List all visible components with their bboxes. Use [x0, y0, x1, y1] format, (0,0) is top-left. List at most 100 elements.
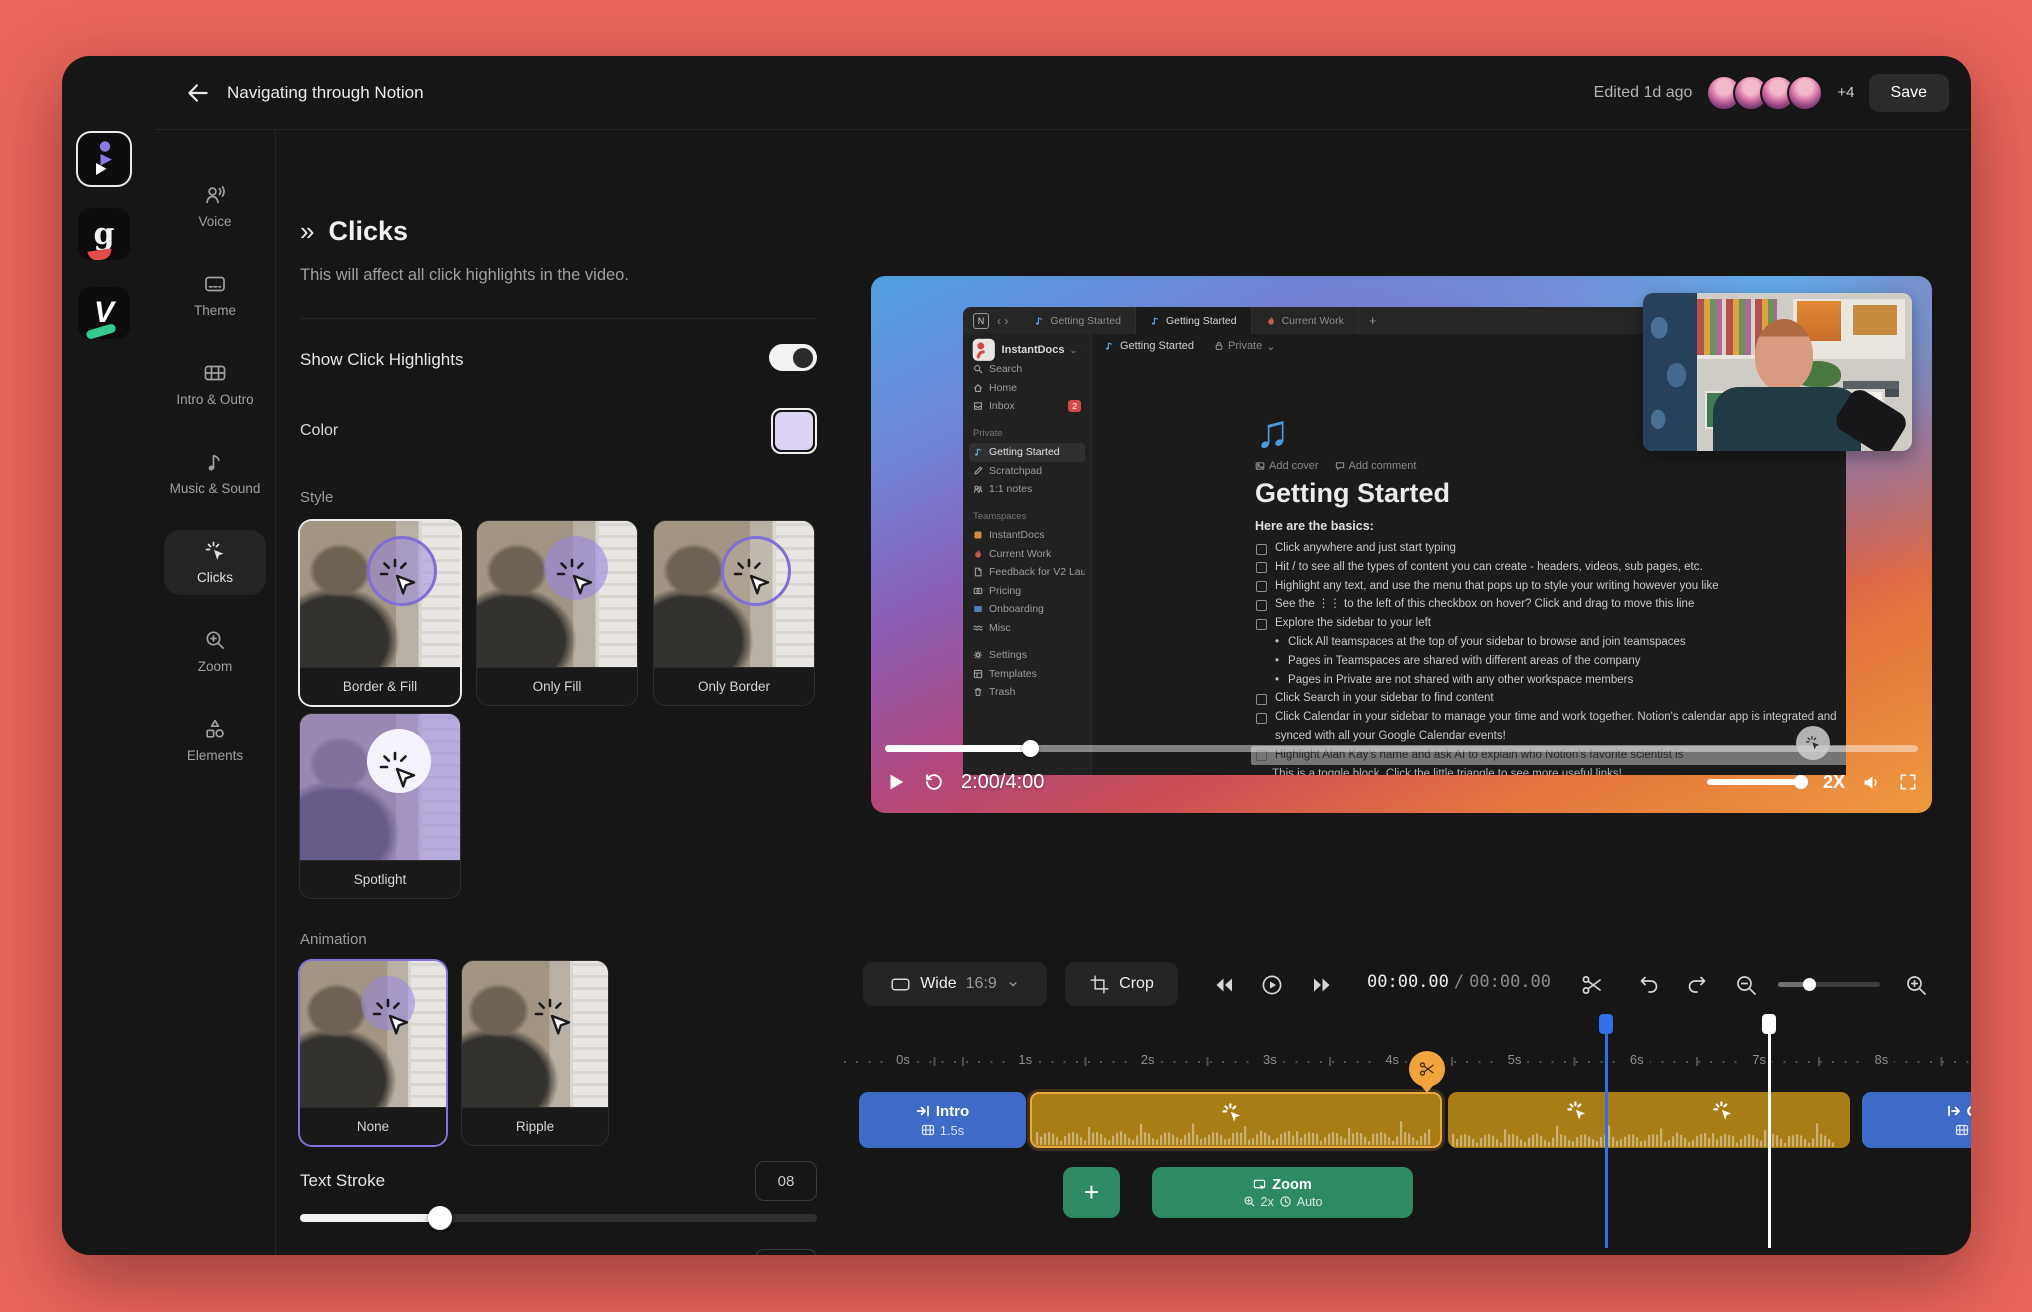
- playback-speed[interactable]: 2X: [1823, 772, 1845, 793]
- item-label: Misc: [989, 622, 1011, 634]
- style-option-only-border[interactable]: Only Border: [654, 521, 814, 705]
- click-cursor-icon: [529, 993, 575, 1039]
- crop-button[interactable]: Crop: [1065, 962, 1178, 1006]
- sidebar-item-inbox[interactable]: Inbox2: [969, 397, 1085, 416]
- play-button[interactable]: [885, 771, 907, 793]
- sidebar-item-instantdocs[interactable]: InstantDocs: [969, 526, 1085, 545]
- player-controls: 2:00/4:00 2X: [885, 763, 1918, 801]
- color-swatch[interactable]: [771, 408, 817, 454]
- redo-button[interactable]: [1685, 973, 1709, 997]
- item-text: Click Search in your sidebar to find con…: [1275, 689, 1494, 708]
- home-icon: [973, 383, 983, 393]
- sidebar-item-theme[interactable]: Theme: [164, 263, 266, 328]
- undo-button[interactable]: [1637, 973, 1661, 997]
- sidebar-item-intro-outro[interactable]: Intro & Outro: [164, 352, 266, 417]
- checklist-item[interactable]: Highlight any text, and use the menu tha…: [1255, 577, 1846, 596]
- add-cover-button[interactable]: Add cover: [1255, 460, 1319, 472]
- play-circle-button[interactable]: [1260, 973, 1284, 997]
- outro-clip[interactable]: Outro1.5s: [1862, 1092, 1971, 1148]
- style-option-only-fill[interactable]: Only Fill: [477, 521, 637, 705]
- sidebar-item-trash[interactable]: Trash: [969, 683, 1085, 702]
- workspace-switcher[interactable]: InstantDocs⌄: [969, 340, 1085, 360]
- text-stroke-value[interactable]: 08: [755, 1161, 817, 1201]
- timeline-zoom-slider[interactable]: [1778, 982, 1880, 987]
- zoom-clip[interactable]: Zoom 2xAuto: [1152, 1167, 1413, 1218]
- audio-clip[interactable]: [1448, 1092, 1850, 1148]
- style-option-none[interactable]: None: [300, 961, 446, 1145]
- sidebar-item-clicks[interactable]: Clicks: [164, 530, 266, 595]
- app-icon-v-app[interactable]: V: [78, 287, 130, 339]
- item-text: See the ⋮⋮ to the left of this checkbox …: [1275, 595, 1694, 614]
- text-stroke-slider[interactable]: [300, 1214, 817, 1222]
- add-comment-button[interactable]: Add comment: [1335, 460, 1417, 472]
- audio-clip[interactable]: [1030, 1092, 1442, 1148]
- volume-icon[interactable]: [1861, 772, 1882, 793]
- show-highlights-toggle[interactable]: [769, 344, 817, 371]
- app-icon-screen-recorder-app[interactable]: [78, 133, 130, 185]
- checklist-item[interactable]: •Click All teamspaces at the top of your…: [1255, 633, 1846, 652]
- style-option-ripple[interactable]: Ripple: [462, 961, 608, 1145]
- cut-marker[interactable]: [1409, 1051, 1445, 1087]
- checklist-item[interactable]: Click Calendar in your sidebar to manage…: [1255, 708, 1846, 746]
- checklist-item[interactable]: Click anywhere and just start typing: [1255, 539, 1846, 558]
- item-text: Click anywhere and just start typing: [1275, 539, 1456, 558]
- fullscreen-icon[interactable]: [1898, 772, 1918, 792]
- aspect-ratio-button[interactable]: Wide 16:9: [863, 962, 1047, 1006]
- aspect-label: Wide: [920, 975, 956, 993]
- volume-slider[interactable]: [1707, 779, 1807, 785]
- clip-label: Outro: [1967, 1103, 1971, 1120]
- replay-button[interactable]: [923, 771, 945, 793]
- edit-icon[interactable]: [1082, 345, 1083, 356]
- sidebar-item-zoom[interactable]: Zoom: [164, 619, 266, 684]
- style-option-label: Ripple: [462, 1107, 608, 1145]
- sidebar-item-1-1-notes[interactable]: 1:1 notes: [969, 480, 1085, 499]
- notion-tab-getting-started[interactable]: Getting Started: [1136, 307, 1252, 334]
- sidebar-item-templates[interactable]: Templates: [969, 665, 1085, 684]
- zoom-out-button[interactable]: [1734, 973, 1758, 997]
- sidebar-item-onboarding[interactable]: Onboarding: [969, 600, 1085, 619]
- sidebar-item-elements[interactable]: Elements: [164, 708, 266, 773]
- collaborator-avatars: [1706, 75, 1823, 111]
- checklist-item[interactable]: Explore the sidebar to your left: [1255, 614, 1846, 633]
- sidebar-item-home[interactable]: Home: [969, 379, 1085, 398]
- checklist-item[interactable]: See the ⋮⋮ to the left of this checkbox …: [1255, 595, 1846, 614]
- notion-tab-getting-started[interactable]: Getting Started: [1020, 307, 1136, 334]
- sidebar-item-settings[interactable]: Settings: [969, 646, 1085, 665]
- add-zoom-button[interactable]: +: [1063, 1167, 1120, 1218]
- checklist-item[interactable]: Click Search in your sidebar to find con…: [1255, 689, 1846, 708]
- avatar-overflow-count[interactable]: +4: [1837, 84, 1854, 101]
- avatar: [1787, 75, 1823, 111]
- cursor-icon: [1804, 734, 1822, 752]
- checkbox-icon: [1256, 600, 1267, 611]
- sidebar-item-pricing[interactable]: Pricing: [969, 582, 1085, 601]
- style-option-border-fill[interactable]: Border & Fill: [300, 521, 460, 705]
- collapse-panel-icon[interactable]: »: [300, 216, 312, 247]
- checklist-item[interactable]: •Pages in Teamspaces are shared with dif…: [1255, 652, 1846, 671]
- skip-forward-button[interactable]: [1310, 973, 1334, 997]
- ruler-label-6s: 6s: [1624, 1052, 1650, 1067]
- style-option-spotlight[interactable]: Spotlight: [300, 714, 460, 898]
- sidebar-item-feedback-for-v2-launch[interactable]: Feedback for V2 Launch (...: [969, 563, 1085, 582]
- split-scissors-button[interactable]: [1580, 973, 1604, 997]
- sidebar-item-getting-started[interactable]: Getting Started: [969, 443, 1085, 462]
- border-width-value[interactable]: 08: [755, 1249, 817, 1255]
- sidebar-item-voice[interactable]: Voice: [164, 174, 266, 239]
- zoom-in-button[interactable]: [1904, 973, 1928, 997]
- checklist-item[interactable]: Hit / to see all the types of content yo…: [1255, 558, 1846, 577]
- new-tab-button[interactable]: +: [1359, 313, 1387, 328]
- film-icon: [1955, 1123, 1969, 1137]
- sidebar-item-misc[interactable]: Misc: [969, 619, 1085, 638]
- save-button[interactable]: Save: [1869, 74, 1949, 112]
- sidebar-item-scratchpad[interactable]: Scratchpad: [969, 462, 1085, 481]
- back-arrow-icon[interactable]: [185, 80, 211, 106]
- intro-clip[interactable]: Intro1.5s: [859, 1092, 1026, 1148]
- sidebar-item-music-sound[interactable]: Music & Sound: [164, 441, 266, 506]
- skip-back-button[interactable]: [1212, 973, 1236, 997]
- video-preview[interactable]: N‹ ›Getting StartedGetting StartedCurren…: [871, 276, 1932, 813]
- tab-nav-arrows[interactable]: ‹ ›: [997, 314, 1008, 328]
- sidebar-item-current-work[interactable]: Current Work: [969, 545, 1085, 564]
- checklist-item[interactable]: •Pages in Private are not shared with an…: [1255, 671, 1846, 690]
- app-icon-g-app[interactable]: g: [78, 208, 130, 260]
- notion-tab-current-work[interactable]: Current Work: [1252, 307, 1359, 334]
- video-progress-bar[interactable]: [885, 745, 1918, 752]
